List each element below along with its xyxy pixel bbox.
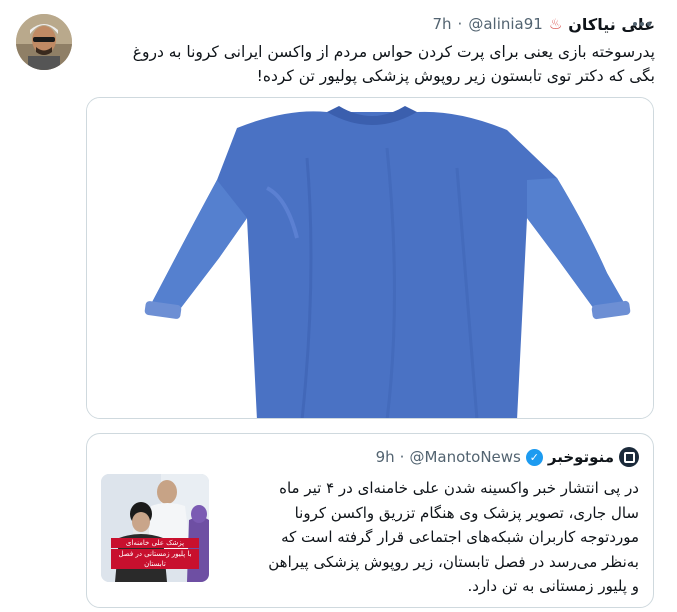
more-dot-icon — [633, 22, 637, 26]
thumbnail-caption-line: با پلیور زمستانی در فصل تابستان — [111, 549, 199, 569]
tweet-header: علی نیاکان ♨ @alinia91 · 7h — [432, 12, 655, 36]
quoted-text-line: و پلیور زمستانی به تن دارد. — [467, 577, 639, 595]
tweet: علی نیاکان ♨ @alinia91 · 7h پدرسوخته باز… — [0, 0, 677, 612]
more-options-button[interactable] — [630, 14, 654, 34]
quoted-tweet-text: در پی انتشار خبر واکسینه شدن علی خامنه‌ا… — [223, 476, 639, 599]
quoted-tweet-thumbnail: پزشک علی خامنه‌ای با پلیور زمستانی در فص… — [101, 474, 209, 582]
quoted-text-line: موردتوجه کاربران شبکه‌های اجتماعی قرار گ… — [281, 528, 639, 546]
more-dot-icon — [640, 22, 644, 26]
gown-image — [87, 98, 653, 418]
quoted-tweet[interactable]: منوتوخبر ✓ @ManotoNews · 9h پزشک علی خام… — [86, 433, 654, 608]
avatar-image — [16, 14, 72, 70]
tweet-timestamp[interactable]: 7h — [432, 15, 451, 33]
author-handle[interactable]: @alinia91 — [468, 15, 542, 33]
tweet-text-line: بگی که دکتر توی تابستون زیر روپوش پزشکی … — [256, 67, 655, 85]
manoto-logo-icon — [619, 447, 639, 467]
quoted-tweet-timestamp: 9h — [375, 448, 395, 466]
tweet-media-image[interactable] — [86, 97, 654, 419]
quoted-tweet-header: منوتوخبر ✓ @ManotoNews · 9h — [376, 446, 639, 468]
quoted-text-line: به‌نظر می‌رسد در فصل تابستان، زیر روپوش … — [268, 552, 639, 571]
quoted-author-display-name: منوتوخبر — [547, 448, 614, 466]
hot-springs-icon: ♨ — [548, 15, 563, 33]
tweet-text-line: پدرسوخته بازی یعنی برای پرت کردن حواس مر… — [132, 43, 655, 61]
verified-badge-icon: ✓ — [525, 448, 543, 466]
separator-dot: · — [399, 448, 405, 466]
avatar[interactable] — [16, 14, 72, 70]
thumbnail-caption-line: پزشک علی خامنه‌ای — [111, 538, 199, 548]
quoted-text-line: سال جاری، تصویر پزشک وی هنگام تزریق واکس… — [294, 503, 639, 522]
separator-dot: · — [457, 15, 463, 33]
more-dot-icon — [647, 22, 651, 26]
tweet-text: پدرسوخته بازی یعنی برای پرت کردن حواس مر… — [85, 40, 655, 88]
quoted-author-handle: @ManotoNews — [409, 448, 521, 466]
quoted-text-line: در پی انتشار خبر واکسینه شدن علی خامنه‌ا… — [279, 479, 639, 497]
thumbnail-caption: پزشک علی خامنه‌ای با پلیور زمستانی در فص… — [101, 537, 209, 570]
